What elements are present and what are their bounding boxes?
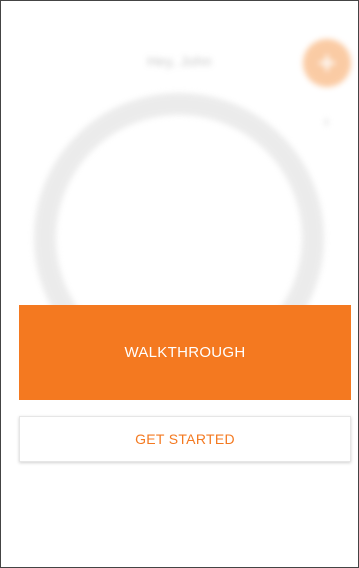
blurred-background: Hey, John (1, 1, 358, 567)
ring-tick (325, 119, 328, 125)
walkthrough-label: WALKTHROUGH (124, 344, 246, 361)
app-screen: Hey, John WALKTHROUGH GET STARTED (0, 0, 359, 568)
add-button (303, 39, 351, 87)
walkthrough-button[interactable]: WALKTHROUGH (19, 305, 351, 400)
get-started-button[interactable]: GET STARTED (19, 416, 351, 462)
get-started-label: GET STARTED (135, 431, 235, 447)
